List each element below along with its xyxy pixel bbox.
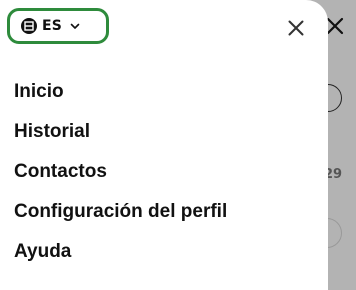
menu-item-historial[interactable]: Historial	[14, 120, 227, 160]
navigation-drawer: ES Inicio Historial Contactos Configurac…	[0, 0, 328, 290]
menu-item-contactos[interactable]: Contactos	[14, 160, 227, 200]
menu-item-configuracion-perfil[interactable]: Configuración del perfil	[14, 200, 227, 240]
language-code: ES	[42, 18, 63, 34]
chevron-down-icon	[70, 23, 80, 29]
navigation-menu: Inicio Historial Contactos Configuración…	[14, 80, 227, 280]
flag-circle-icon	[21, 18, 37, 34]
close-icon[interactable]	[286, 18, 306, 38]
language-selector[interactable]: ES	[7, 8, 109, 44]
menu-item-ayuda[interactable]: Ayuda	[14, 240, 227, 280]
menu-item-inicio[interactable]: Inicio	[14, 80, 227, 120]
